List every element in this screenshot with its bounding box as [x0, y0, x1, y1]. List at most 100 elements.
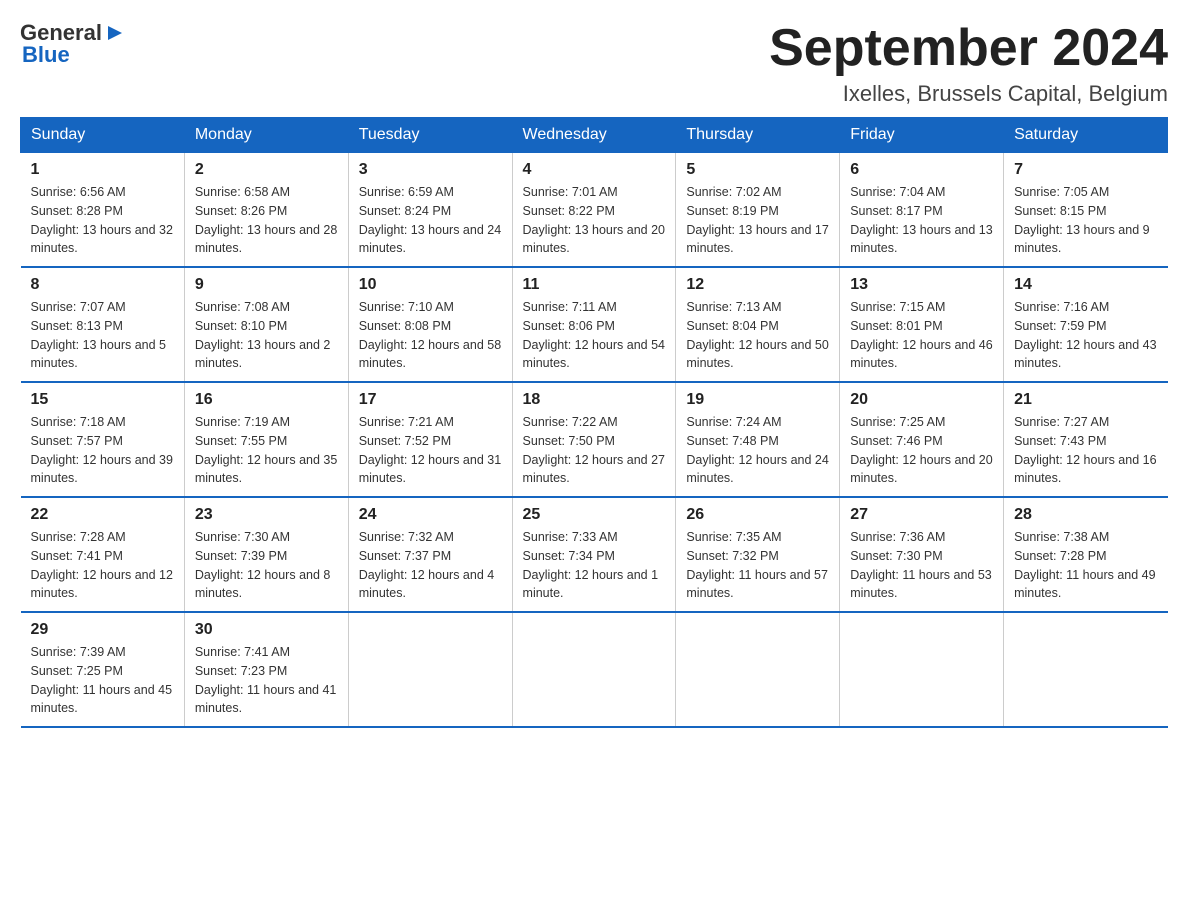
- table-row: 10 Sunrise: 7:10 AM Sunset: 8:08 PM Dayl…: [348, 267, 512, 382]
- day-info: Sunrise: 7:15 AM Sunset: 8:01 PM Dayligh…: [850, 298, 993, 373]
- day-number: 23: [195, 506, 338, 524]
- table-row: 5 Sunrise: 7:02 AM Sunset: 8:19 PM Dayli…: [676, 153, 840, 268]
- day-info: Sunrise: 7:10 AM Sunset: 8:08 PM Dayligh…: [359, 298, 502, 373]
- calendar-week-row: 22 Sunrise: 7:28 AM Sunset: 7:41 PM Dayl…: [21, 497, 1168, 612]
- day-number: 13: [850, 276, 993, 294]
- table-row: 15 Sunrise: 7:18 AM Sunset: 7:57 PM Dayl…: [21, 382, 185, 497]
- header-sunday: Sunday: [21, 118, 185, 153]
- day-number: 25: [523, 506, 666, 524]
- day-info: Sunrise: 7:19 AM Sunset: 7:55 PM Dayligh…: [195, 413, 338, 488]
- day-number: 28: [1014, 506, 1157, 524]
- day-info: Sunrise: 6:59 AM Sunset: 8:24 PM Dayligh…: [359, 183, 502, 258]
- calendar-table: Sunday Monday Tuesday Wednesday Thursday…: [20, 117, 1168, 728]
- table-row: 2 Sunrise: 6:58 AM Sunset: 8:26 PM Dayli…: [184, 153, 348, 268]
- day-info: Sunrise: 7:27 AM Sunset: 7:43 PM Dayligh…: [1014, 413, 1157, 488]
- day-number: 4: [523, 161, 666, 179]
- table-row: 27 Sunrise: 7:36 AM Sunset: 7:30 PM Dayl…: [840, 497, 1004, 612]
- header-saturday: Saturday: [1004, 118, 1168, 153]
- table-row: 6 Sunrise: 7:04 AM Sunset: 8:17 PM Dayli…: [840, 153, 1004, 268]
- day-info: Sunrise: 7:35 AM Sunset: 7:32 PM Dayligh…: [686, 528, 829, 603]
- day-number: 30: [195, 621, 338, 639]
- day-number: 6: [850, 161, 993, 179]
- day-number: 24: [359, 506, 502, 524]
- table-row: 28 Sunrise: 7:38 AM Sunset: 7:28 PM Dayl…: [1004, 497, 1168, 612]
- day-number: 3: [359, 161, 502, 179]
- day-info: Sunrise: 7:39 AM Sunset: 7:25 PM Dayligh…: [31, 643, 174, 718]
- day-number: 26: [686, 506, 829, 524]
- day-number: 17: [359, 391, 502, 409]
- day-number: 9: [195, 276, 338, 294]
- day-info: Sunrise: 6:56 AM Sunset: 8:28 PM Dayligh…: [31, 183, 174, 258]
- day-number: 27: [850, 506, 993, 524]
- day-number: 7: [1014, 161, 1157, 179]
- table-row: 16 Sunrise: 7:19 AM Sunset: 7:55 PM Dayl…: [184, 382, 348, 497]
- header-wednesday: Wednesday: [512, 118, 676, 153]
- day-number: 14: [1014, 276, 1157, 294]
- day-number: 12: [686, 276, 829, 294]
- day-info: Sunrise: 7:02 AM Sunset: 8:19 PM Dayligh…: [686, 183, 829, 258]
- day-number: 5: [686, 161, 829, 179]
- day-info: Sunrise: 7:25 AM Sunset: 7:46 PM Dayligh…: [850, 413, 993, 488]
- table-row: [676, 612, 840, 727]
- day-info: Sunrise: 7:24 AM Sunset: 7:48 PM Dayligh…: [686, 413, 829, 488]
- day-info: Sunrise: 7:05 AM Sunset: 8:15 PM Dayligh…: [1014, 183, 1157, 258]
- table-row: 23 Sunrise: 7:30 AM Sunset: 7:39 PM Dayl…: [184, 497, 348, 612]
- calendar-week-row: 1 Sunrise: 6:56 AM Sunset: 8:28 PM Dayli…: [21, 153, 1168, 268]
- day-number: 2: [195, 161, 338, 179]
- calendar-week-row: 8 Sunrise: 7:07 AM Sunset: 8:13 PM Dayli…: [21, 267, 1168, 382]
- table-row: 21 Sunrise: 7:27 AM Sunset: 7:43 PM Dayl…: [1004, 382, 1168, 497]
- table-row: 30 Sunrise: 7:41 AM Sunset: 7:23 PM Dayl…: [184, 612, 348, 727]
- day-info: Sunrise: 7:30 AM Sunset: 7:39 PM Dayligh…: [195, 528, 338, 603]
- day-info: Sunrise: 7:08 AM Sunset: 8:10 PM Dayligh…: [195, 298, 338, 373]
- table-row: 25 Sunrise: 7:33 AM Sunset: 7:34 PM Dayl…: [512, 497, 676, 612]
- day-number: 19: [686, 391, 829, 409]
- day-info: Sunrise: 7:32 AM Sunset: 7:37 PM Dayligh…: [359, 528, 502, 603]
- day-number: 22: [31, 506, 174, 524]
- location-subtitle: Ixelles, Brussels Capital, Belgium: [769, 81, 1168, 107]
- calendar-header-row: Sunday Monday Tuesday Wednesday Thursday…: [21, 118, 1168, 153]
- table-row: 4 Sunrise: 7:01 AM Sunset: 8:22 PM Dayli…: [512, 153, 676, 268]
- day-number: 11: [523, 276, 666, 294]
- table-row: 26 Sunrise: 7:35 AM Sunset: 7:32 PM Dayl…: [676, 497, 840, 612]
- day-info: Sunrise: 7:13 AM Sunset: 8:04 PM Dayligh…: [686, 298, 829, 373]
- header-thursday: Thursday: [676, 118, 840, 153]
- day-info: Sunrise: 7:38 AM Sunset: 7:28 PM Dayligh…: [1014, 528, 1157, 603]
- title-section: September 2024 Ixelles, Brussels Capital…: [769, 20, 1168, 107]
- table-row: 3 Sunrise: 6:59 AM Sunset: 8:24 PM Dayli…: [348, 153, 512, 268]
- day-info: Sunrise: 7:21 AM Sunset: 7:52 PM Dayligh…: [359, 413, 502, 488]
- day-info: Sunrise: 7:41 AM Sunset: 7:23 PM Dayligh…: [195, 643, 338, 718]
- day-number: 21: [1014, 391, 1157, 409]
- table-row: 20 Sunrise: 7:25 AM Sunset: 7:46 PM Dayl…: [840, 382, 1004, 497]
- day-info: Sunrise: 7:18 AM Sunset: 7:57 PM Dayligh…: [31, 413, 174, 488]
- day-number: 18: [523, 391, 666, 409]
- day-number: 20: [850, 391, 993, 409]
- day-info: Sunrise: 7:04 AM Sunset: 8:17 PM Dayligh…: [850, 183, 993, 258]
- table-row: 13 Sunrise: 7:15 AM Sunset: 8:01 PM Dayl…: [840, 267, 1004, 382]
- table-row: 24 Sunrise: 7:32 AM Sunset: 7:37 PM Dayl…: [348, 497, 512, 612]
- day-info: Sunrise: 7:07 AM Sunset: 8:13 PM Dayligh…: [31, 298, 174, 373]
- calendar-week-row: 15 Sunrise: 7:18 AM Sunset: 7:57 PM Dayl…: [21, 382, 1168, 497]
- day-info: Sunrise: 6:58 AM Sunset: 8:26 PM Dayligh…: [195, 183, 338, 258]
- table-row: 12 Sunrise: 7:13 AM Sunset: 8:04 PM Dayl…: [676, 267, 840, 382]
- table-row: 18 Sunrise: 7:22 AM Sunset: 7:50 PM Dayl…: [512, 382, 676, 497]
- table-row: 17 Sunrise: 7:21 AM Sunset: 7:52 PM Dayl…: [348, 382, 512, 497]
- day-info: Sunrise: 7:16 AM Sunset: 7:59 PM Dayligh…: [1014, 298, 1157, 373]
- day-info: Sunrise: 7:22 AM Sunset: 7:50 PM Dayligh…: [523, 413, 666, 488]
- day-number: 15: [31, 391, 174, 409]
- logo-blue-text: Blue: [22, 42, 70, 68]
- calendar-week-row: 29 Sunrise: 7:39 AM Sunset: 7:25 PM Dayl…: [21, 612, 1168, 727]
- table-row: 19 Sunrise: 7:24 AM Sunset: 7:48 PM Dayl…: [676, 382, 840, 497]
- table-row: [840, 612, 1004, 727]
- day-number: 1: [31, 161, 174, 179]
- table-row: [348, 612, 512, 727]
- table-row: [1004, 612, 1168, 727]
- table-row: 7 Sunrise: 7:05 AM Sunset: 8:15 PM Dayli…: [1004, 153, 1168, 268]
- table-row: 11 Sunrise: 7:11 AM Sunset: 8:06 PM Dayl…: [512, 267, 676, 382]
- day-number: 29: [31, 621, 174, 639]
- day-info: Sunrise: 7:36 AM Sunset: 7:30 PM Dayligh…: [850, 528, 993, 603]
- table-row: 22 Sunrise: 7:28 AM Sunset: 7:41 PM Dayl…: [21, 497, 185, 612]
- table-row: 8 Sunrise: 7:07 AM Sunset: 8:13 PM Dayli…: [21, 267, 185, 382]
- table-row: 1 Sunrise: 6:56 AM Sunset: 8:28 PM Dayli…: [21, 153, 185, 268]
- header-monday: Monday: [184, 118, 348, 153]
- day-number: 8: [31, 276, 174, 294]
